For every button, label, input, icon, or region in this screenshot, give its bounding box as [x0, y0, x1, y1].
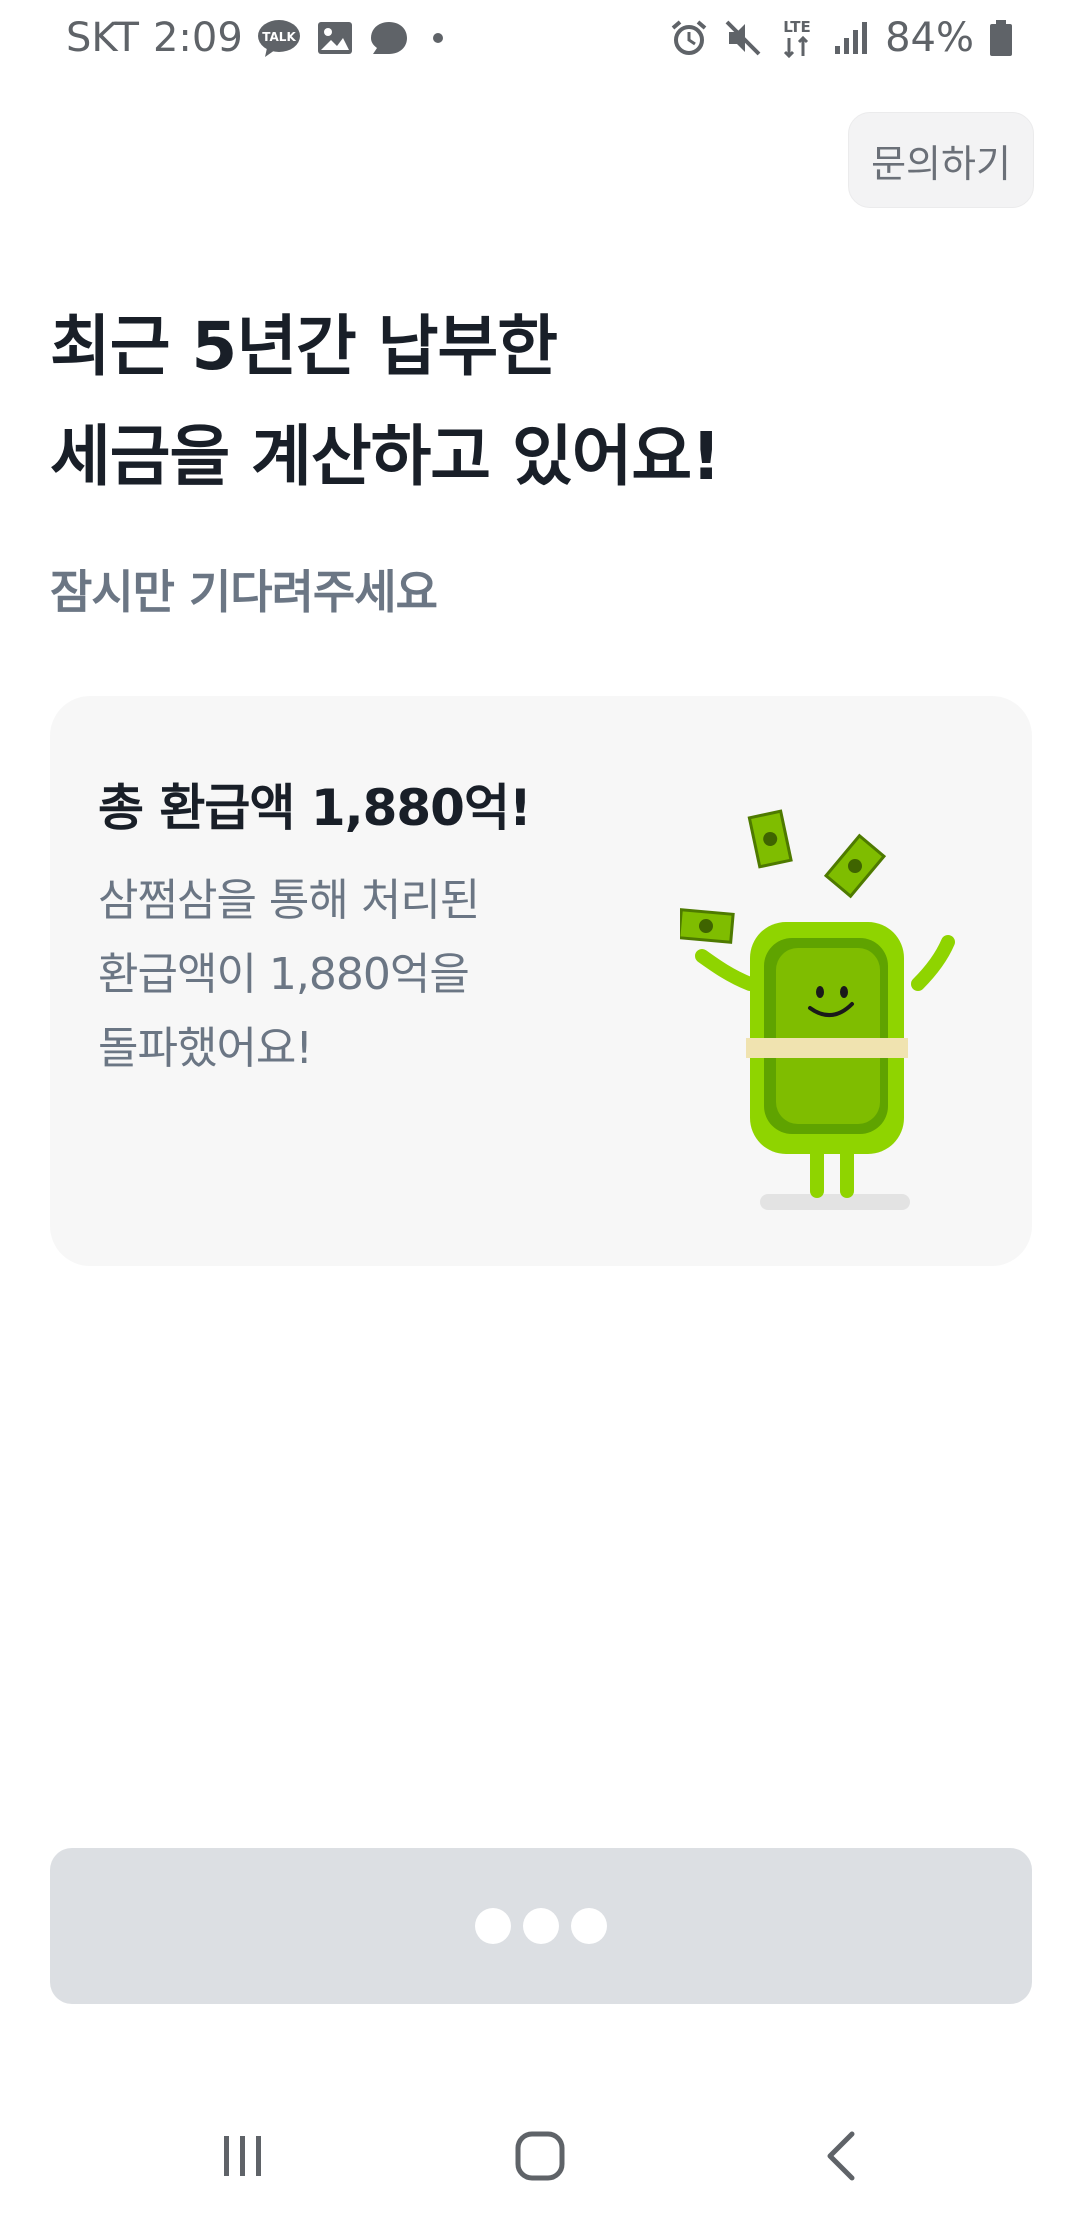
home-icon[interactable] [500, 2116, 580, 2196]
money-mascot-illustration [677, 806, 1000, 1226]
carrier-label: SKT [66, 15, 139, 61]
headline-line-1: 최근 5년간 납부한 [50, 308, 558, 385]
chat-bubble-icon [369, 18, 409, 58]
flying-bill-1 [747, 809, 793, 869]
recent-apps-icon[interactable] [202, 2116, 282, 2196]
back-icon[interactable] [804, 2116, 884, 2196]
battery-label: 84% [885, 15, 974, 61]
mute-icon [723, 18, 763, 58]
page-subtitle: 잠시만 기다려주세요 [50, 565, 438, 619]
card-body-line-3: 돌파했어요! [98, 1023, 313, 1074]
loading-dot-1 [475, 1908, 511, 1944]
inquiry-button[interactable]: 문의하기 [848, 112, 1034, 208]
flying-bill-3 [677, 908, 735, 944]
time-label: 2:09 [152, 15, 243, 61]
card-body-line-1: 삼쩜삼을 통해 처리된 [98, 875, 480, 926]
signal-icon [831, 18, 871, 58]
kakaotalk-icon: TALK [257, 18, 301, 58]
screen: SKT 2:09 TALK LTE 84% 문의하기 최근 5년간 납부한 세금… [0, 0, 1080, 2220]
dot-icon [423, 18, 453, 58]
lte-icon: LTE [777, 16, 817, 60]
headline-line-2: 세금을 계산하고 있어요! [50, 418, 721, 495]
battery-icon [988, 18, 1014, 58]
flying-bill-2 [823, 833, 887, 899]
status-right: LTE 84% [669, 10, 1014, 66]
page-title: 최근 5년간 납부한 세금을 계산하고 있어요! [50, 292, 1030, 512]
card-body-line-2: 환급액이 1,880억을 [98, 949, 470, 1000]
kakaotalk-label: TALK [262, 30, 296, 44]
gallery-icon [315, 18, 355, 58]
lte-label: LTE [783, 18, 811, 36]
loading-button[interactable] [50, 1848, 1032, 2004]
status-left: SKT 2:09 TALK [66, 10, 453, 66]
alarm-icon [669, 18, 709, 58]
loading-dot-2 [523, 1908, 559, 1944]
inquiry-label: 문의하기 [871, 141, 1011, 186]
card-title: 총 환급액 1,880억! [98, 779, 532, 837]
status-bar: SKT 2:09 TALK LTE 84% [0, 0, 1080, 76]
card-body: 삼쩜삼을 통해 처리된 환급액이 1,880억을 돌파했어요! [98, 864, 618, 1086]
navigation-bar [0, 2088, 1080, 2220]
refund-info-card: 총 환급액 1,880억! 삼쩜삼을 통해 처리된 환급액이 1,880억을 돌… [50, 696, 1032, 1266]
loading-dot-3 [571, 1908, 607, 1944]
